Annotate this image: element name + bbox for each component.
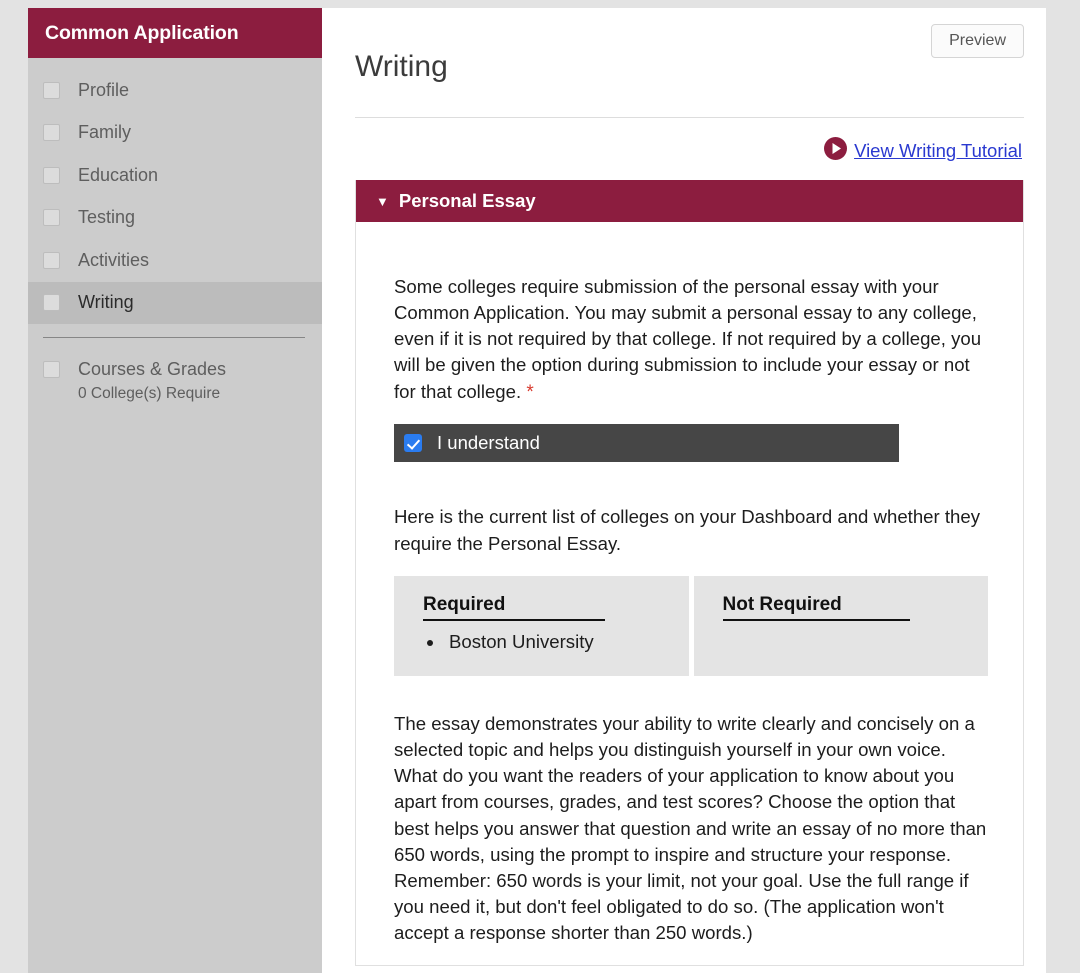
sidebar-item-family[interactable]: Family: [28, 112, 322, 155]
checkbox-icon: [43, 166, 60, 184]
personal-essay-panel-header[interactable]: ▼ Personal Essay: [356, 180, 1023, 223]
sidebar-item-courses-and-grades[interactable]: Courses & Grades: [28, 348, 322, 391]
i-understand-checkbox-row[interactable]: I understand: [394, 424, 899, 463]
header-divider: [355, 117, 1024, 119]
checkbox-icon: [43, 124, 60, 142]
tutorial-row: View Writing Tutorial: [355, 136, 1024, 166]
play-circle-icon[interactable]: [823, 136, 848, 166]
sidebar-divider: [43, 337, 305, 338]
sidebar: Common Application Profile Family Educat…: [28, 8, 334, 973]
sidebar-item-education[interactable]: Education: [28, 154, 322, 197]
i-understand-label: I understand: [437, 432, 540, 454]
not-required-column: Not Required: [693, 575, 988, 676]
required-college-list: Boston University: [423, 631, 689, 653]
sidebar-item-label: Writing: [78, 292, 134, 313]
not-required-column-header: Not Required: [722, 594, 910, 621]
sidebar-item-label: Profile: [78, 79, 130, 100]
intro-paragraph: Some colleges require submission of the …: [394, 274, 988, 406]
view-writing-tutorial-link[interactable]: View Writing Tutorial: [854, 140, 1022, 162]
personal-essay-panel-body: Some colleges require submission of the …: [356, 222, 1023, 946]
sidebar-title: Common Application: [45, 21, 239, 44]
sidebar-header: Common Application: [28, 8, 322, 58]
sidebar-item-activities[interactable]: Activities: [28, 239, 322, 282]
sidebar-item-label: Education: [78, 164, 159, 185]
sidebar-item-writing[interactable]: Writing: [28, 281, 334, 324]
chevron-down-icon[interactable]: ▼: [376, 195, 389, 208]
page-title: Writing: [355, 50, 448, 84]
sidebar-item-label: Family: [78, 122, 131, 143]
checkbox-icon: [43, 81, 60, 99]
essay-description-paragraph: The essay demonstrates your ability to w…: [394, 712, 987, 944]
college-list-intro-paragraph: Here is the current list of colleges on …: [394, 506, 981, 554]
sidebar-item-label: Activities: [78, 249, 150, 270]
required-column: Required Boston University: [394, 575, 689, 676]
personal-essay-panel: ▼ Personal Essay Some colleges require s…: [355, 180, 1024, 967]
main-content: Writing Preview View Writing Tutorial ▼ …: [322, 8, 1046, 973]
checked-checkbox-icon[interactable]: [404, 434, 422, 453]
personal-essay-panel-title: Personal Essay: [398, 190, 536, 212]
intro-paragraph-text: Some colleges require submission of the …: [394, 275, 982, 402]
checkbox-icon: [43, 294, 60, 312]
sidebar-item-profile[interactable]: Profile: [28, 69, 322, 112]
essay-requirement-table: Required Boston University Not Required: [394, 575, 988, 676]
checkbox-icon: [43, 251, 60, 269]
application-window: Common Application Profile Family Educat…: [0, 0, 1080, 973]
preview-button[interactable]: Preview: [931, 24, 1024, 58]
checkbox-icon: [43, 360, 60, 378]
checkbox-icon: [43, 209, 60, 227]
content-card: Common Application Profile Family Educat…: [28, 8, 1046, 973]
sidebar-nav: Profile Family Education Testing Activit: [28, 58, 334, 403]
required-column-header: Required: [423, 594, 605, 621]
sidebar-item-testing[interactable]: Testing: [28, 197, 322, 240]
required-asterisk: *: [526, 381, 534, 403]
list-item: Boston University: [445, 631, 689, 653]
sidebar-item-label: Courses & Grades: [78, 358, 227, 379]
page-header: Writing Preview: [355, 8, 1024, 102]
sidebar-item-label: Testing: [78, 207, 136, 228]
